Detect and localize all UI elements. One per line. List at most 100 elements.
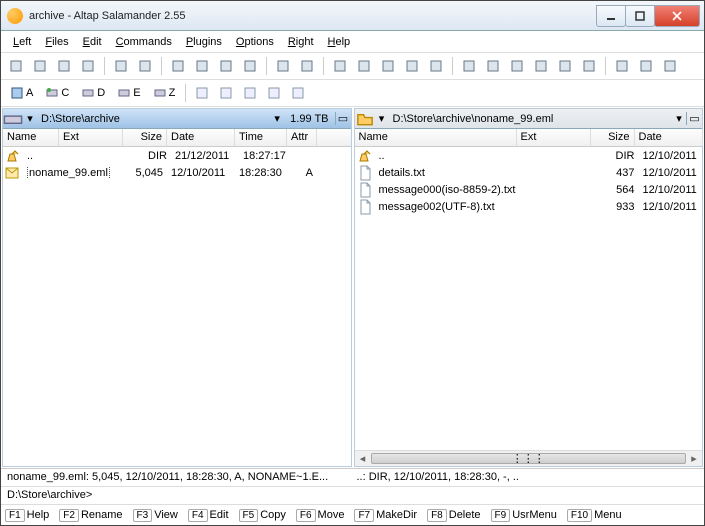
- col2-icon[interactable]: [635, 55, 657, 77]
- fkey-f1[interactable]: F1Help: [3, 509, 51, 522]
- fkey-f10[interactable]: F10Menu: [565, 509, 624, 522]
- right-hscrollbar[interactable]: ◂ ⋮⋮⋮ ▸: [355, 450, 703, 466]
- right-panel: ▾ D:\Store\archive\noname_99.eml ▾ ▭ Nam…: [354, 108, 704, 467]
- scroll-thumb[interactable]: ⋮⋮⋮: [371, 453, 687, 464]
- col-size[interactable]: Size: [123, 129, 167, 146]
- cut-icon[interactable]: [167, 55, 189, 77]
- nav-fwd-icon[interactable]: [53, 55, 75, 77]
- file-icon: [357, 199, 373, 215]
- drive-d[interactable]: D: [76, 84, 110, 102]
- col-name[interactable]: Name: [3, 129, 59, 146]
- left-file-list[interactable]: ..DIR21/12/201118:27:17noname_99.eml5,04…: [3, 147, 351, 466]
- paste2-icon[interactable]: [239, 55, 261, 77]
- close-button[interactable]: [654, 5, 700, 27]
- left-drive-dropdown[interactable]: ▾: [23, 112, 37, 125]
- col-ext[interactable]: Ext: [59, 129, 123, 146]
- right-path-bar: ▾ D:\Store\archive\noname_99.eml ▾ ▭: [355, 109, 703, 129]
- list-item[interactable]: message000(iso-8859-2).txt56412/10/20111…: [355, 181, 703, 198]
- menu-edit[interactable]: Edit: [77, 34, 108, 50]
- col-date[interactable]: Date: [635, 129, 703, 146]
- status-line: noname_99.eml: 5,045, 12/10/2011, 18:28:…: [1, 469, 704, 487]
- parent-dir[interactable]: ..DIR12/10/201118:28:3: [355, 147, 703, 164]
- menu-right[interactable]: Right: [282, 34, 320, 50]
- tool5-icon[interactable]: [425, 55, 447, 77]
- net-icon[interactable]: [215, 82, 237, 104]
- col-size[interactable]: Size: [591, 129, 635, 146]
- drive-c[interactable]: C: [40, 84, 74, 102]
- fkey-f8[interactable]: F8Delete: [425, 509, 482, 522]
- docs-icon[interactable]: [191, 82, 213, 104]
- fkey-f5[interactable]: F5Copy: [237, 509, 288, 522]
- find-icon[interactable]: [458, 55, 480, 77]
- left-path[interactable]: D:\Store\archive: [37, 113, 270, 125]
- col-attr[interactable]: Attr: [287, 129, 317, 146]
- parent-dir[interactable]: ..DIR21/12/201118:27:17: [3, 147, 351, 164]
- menu-plugins[interactable]: Plugins: [180, 34, 228, 50]
- tool1-icon[interactable]: [329, 55, 351, 77]
- tool4-icon[interactable]: [401, 55, 423, 77]
- col-time[interactable]: Time: [235, 129, 287, 146]
- fkey-f9[interactable]: F9UsrMenu: [489, 509, 559, 522]
- dev-icon[interactable]: [263, 82, 285, 104]
- nav-fwd2-icon[interactable]: [77, 55, 99, 77]
- drive-a[interactable]: A: [5, 84, 38, 102]
- right-drive-button[interactable]: [355, 109, 375, 129]
- menu-files[interactable]: Files: [39, 34, 74, 50]
- tool7-icon[interactable]: [506, 55, 528, 77]
- col-ext[interactable]: Ext: [517, 129, 591, 146]
- col-date[interactable]: Date: [167, 129, 235, 146]
- select-icon[interactable]: [110, 55, 132, 77]
- tool6-icon[interactable]: [482, 55, 504, 77]
- tool3-icon[interactable]: [377, 55, 399, 77]
- right-path-dropdown[interactable]: ▾: [672, 112, 686, 125]
- left-path-dropdown[interactable]: ▾: [270, 112, 284, 125]
- drive-bar: ACDEZ: [1, 80, 704, 107]
- list-item[interactable]: details.txt43712/10/201118:28:3: [355, 164, 703, 181]
- left-status: noname_99.eml: 5,045, 12/10/2011, 18:28:…: [7, 471, 349, 484]
- pack-icon[interactable]: [272, 55, 294, 77]
- scroll-right-icon[interactable]: ▸: [686, 451, 702, 466]
- up-icon: [5, 148, 21, 164]
- nav-back-icon[interactable]: [29, 55, 51, 77]
- trash-icon[interactable]: [287, 82, 309, 104]
- title-bar: archive - Altap Salamander 2.55: [1, 1, 704, 31]
- up-icon: [357, 148, 373, 164]
- right-panel-menu[interactable]: ▭: [686, 112, 702, 125]
- fkey-f7[interactable]: F7MakeDir: [352, 509, 419, 522]
- right-file-list[interactable]: ..DIR12/10/201118:28:3details.txt43712/1…: [355, 147, 703, 450]
- scroll-left-icon[interactable]: ◂: [355, 451, 371, 466]
- fkey-f2[interactable]: F2Rename: [57, 509, 124, 522]
- menu-options[interactable]: Options: [230, 34, 280, 50]
- console-icon[interactable]: [554, 55, 576, 77]
- list-item[interactable]: message002(UTF-8).txt93312/10/201118:28:…: [355, 198, 703, 215]
- col3-icon[interactable]: [659, 55, 681, 77]
- minimize-button[interactable]: [596, 5, 626, 27]
- col-name[interactable]: Name: [355, 129, 517, 146]
- folder-open-icon[interactable]: [5, 55, 27, 77]
- drive-z[interactable]: Z: [148, 84, 181, 102]
- dropdown-icon[interactable]: [578, 55, 600, 77]
- command-line[interactable]: D:\Store\archive>: [1, 487, 704, 505]
- paste-icon[interactable]: [215, 55, 237, 77]
- maximize-button[interactable]: [625, 5, 655, 27]
- app-icon: [7, 8, 23, 24]
- drive-e[interactable]: E: [112, 84, 145, 102]
- right-path[interactable]: D:\Store\archive\noname_99.eml: [389, 113, 673, 125]
- list-item[interactable]: noname_99.eml5,04512/10/201118:28:30A: [3, 164, 351, 181]
- menu-left[interactable]: Left: [7, 34, 37, 50]
- unpack-icon[interactable]: [296, 55, 318, 77]
- tool2-icon[interactable]: [353, 55, 375, 77]
- copy-icon[interactable]: [191, 55, 213, 77]
- left-panel-menu[interactable]: ▭: [335, 112, 351, 125]
- right-drive-dropdown[interactable]: ▾: [375, 112, 389, 125]
- fkey-f4[interactable]: F4Edit: [186, 509, 231, 522]
- zip-icon[interactable]: [239, 82, 261, 104]
- marquee-icon[interactable]: [134, 55, 156, 77]
- tool8-icon[interactable]: [530, 55, 552, 77]
- col1-icon[interactable]: [611, 55, 633, 77]
- menu-help[interactable]: Help: [322, 34, 357, 50]
- fkey-f3[interactable]: F3View: [131, 509, 180, 522]
- menu-commands[interactable]: Commands: [110, 34, 178, 50]
- fkey-f6[interactable]: F6Move: [294, 509, 347, 522]
- left-drive-button[interactable]: [3, 109, 23, 129]
